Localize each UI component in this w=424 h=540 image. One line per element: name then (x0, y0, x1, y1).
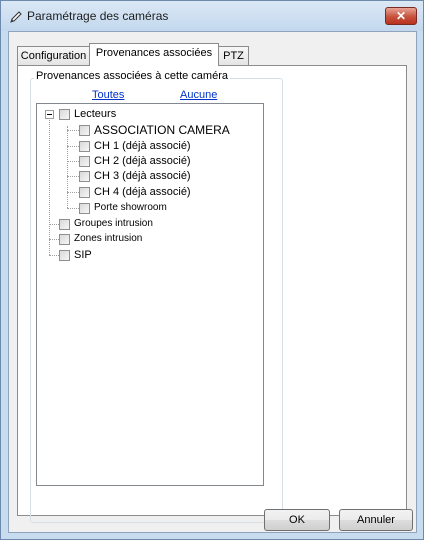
title-bar[interactable]: Paramétrage des caméras ✕ (1, 1, 423, 31)
select-all-link[interactable]: Toutes (92, 89, 124, 101)
select-none-link[interactable]: Aucune (180, 89, 217, 101)
checkbox-groupes-intrusion[interactable] (59, 219, 70, 230)
tab-ptz[interactable]: PTZ (218, 46, 249, 66)
tree-line (49, 120, 50, 255)
checkbox-ch1[interactable] (79, 141, 90, 152)
tree-node-ch4[interactable]: CH 4 (déjà associé) (94, 185, 191, 199)
tree-node-zones-intrusion[interactable]: Zones intrusion (74, 232, 142, 246)
tree-node-association-camera[interactable]: ASSOCIATION CAMERA (94, 123, 230, 137)
tree-line (49, 255, 59, 256)
cancel-button[interactable]: Annuler (339, 509, 413, 531)
collapse-icon[interactable] (45, 110, 54, 119)
tree-line (67, 176, 79, 177)
group-title: Provenances associées à cette caméra (34, 70, 230, 82)
checkbox-ch2[interactable] (79, 156, 90, 167)
close-icon: ✕ (395, 9, 407, 23)
ok-button[interactable]: OK (264, 509, 330, 531)
tree-node-sip[interactable]: SIP (74, 248, 92, 262)
tree-node-ch3[interactable]: CH 3 (déjà associé) (94, 169, 191, 183)
tree-node-lecteurs[interactable]: Lecteurs (74, 107, 116, 121)
tree-line (67, 208, 79, 209)
pen-icon (10, 11, 22, 23)
checkbox-porte-showroom[interactable] (79, 203, 90, 214)
tree-line (67, 161, 79, 162)
checkbox-association-camera[interactable] (79, 125, 90, 136)
tree-line (67, 130, 79, 131)
close-button[interactable]: ✕ (385, 7, 417, 25)
tree-line (49, 239, 59, 240)
tree-node-ch2[interactable]: CH 2 (déjà associé) (94, 154, 191, 168)
window-title: Paramétrage des caméras (27, 9, 169, 23)
tree-node-groupes-intrusion[interactable]: Groupes intrusion (74, 217, 153, 231)
tree-node-porte-showroom[interactable]: Porte showroom (94, 201, 167, 215)
tree-line (67, 126, 68, 208)
checkbox-ch4[interactable] (79, 187, 90, 198)
tree-line (67, 146, 79, 147)
tree-node-ch1[interactable]: CH 1 (déjà associé) (94, 139, 191, 153)
checkbox-ch3[interactable] (79, 171, 90, 182)
tab-configuration[interactable]: Configuration (17, 46, 90, 66)
tab-provenances-associees[interactable]: Provenances associées (89, 43, 219, 66)
tree-line (67, 192, 79, 193)
checkbox-lecteurs[interactable] (59, 109, 70, 120)
checkbox-sip[interactable] (59, 250, 70, 261)
checkbox-zones-intrusion[interactable] (59, 234, 70, 245)
sources-tree[interactable]: Lecteurs ASSOCIATION CAMERA CH 1 (déjà a… (36, 103, 264, 486)
tree-line (49, 224, 59, 225)
